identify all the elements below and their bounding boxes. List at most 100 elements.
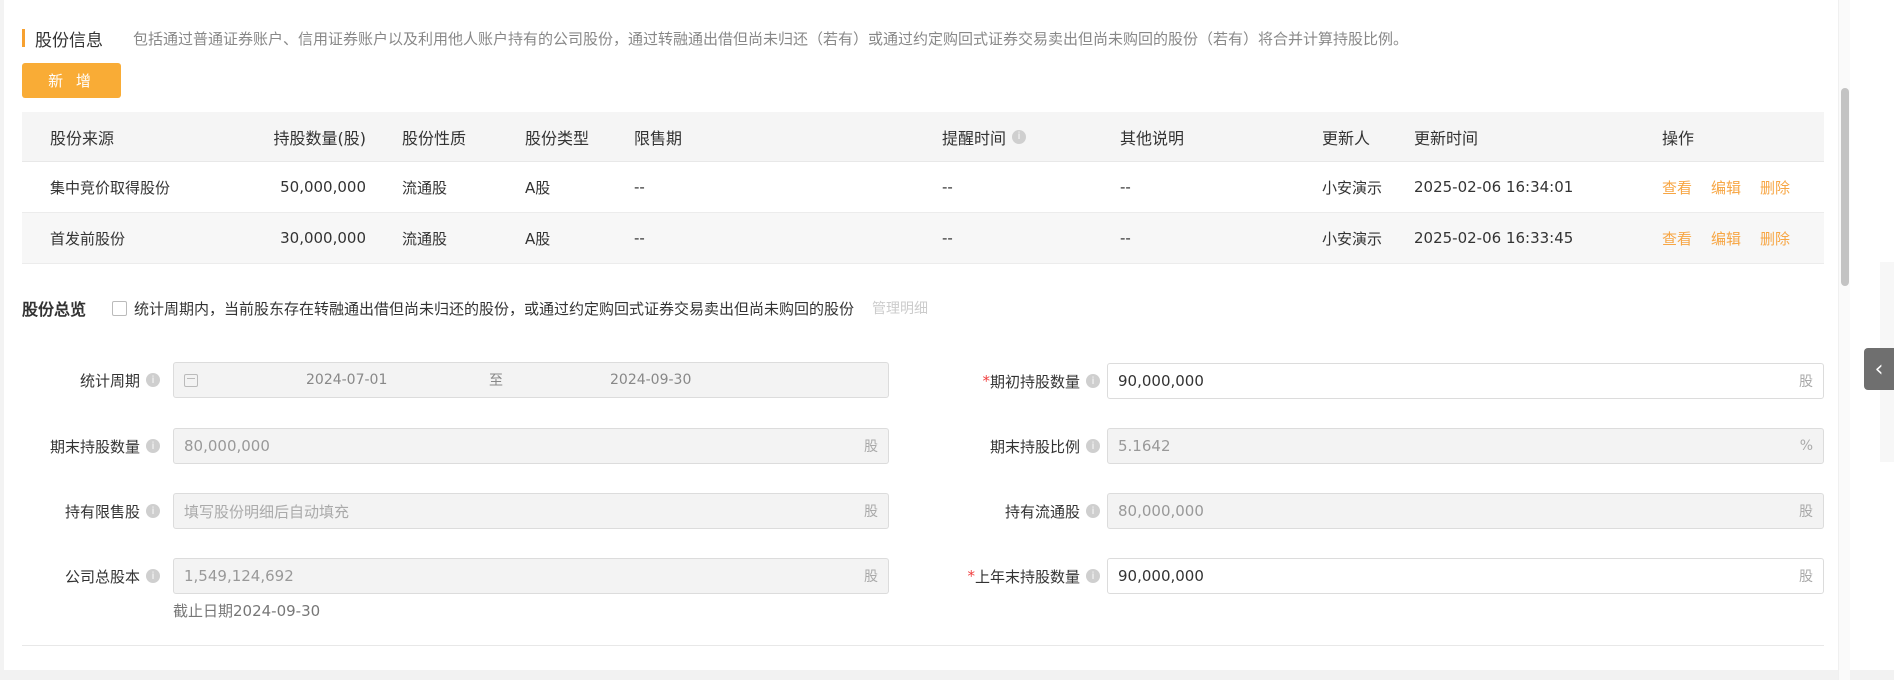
section-accent-bar xyxy=(22,29,25,47)
table-row: 集中竞价取得股份 50,000,000 流通股 A股 -- -- -- 小安演示… xyxy=(22,162,1824,213)
end-ratio-label-text: 期末持股比例 xyxy=(989,437,1080,456)
col-nature: 股份性质 xyxy=(402,128,467,148)
cell-nature: 流通股 xyxy=(402,178,448,197)
edit-link[interactable]: 编辑 xyxy=(1711,177,1741,198)
cutoff-date-text: 截止日期2024-09-30 xyxy=(173,602,321,620)
col-other: 其他说明 xyxy=(1120,128,1185,148)
end-ratio-value: 5.1642 xyxy=(1118,437,1171,455)
last-year-end-label: * 上年末持股数量 i xyxy=(920,558,1100,594)
cell-source: 首发前股份 xyxy=(50,229,126,248)
view-link[interactable]: 查看 xyxy=(1662,177,1692,198)
add-button[interactable]: 新 增 xyxy=(22,63,121,98)
cell-updater: 小安演示 xyxy=(1322,229,1383,248)
overview-checkbox[interactable] xyxy=(112,300,128,316)
required-mark: * xyxy=(967,567,975,585)
section-header: 股份信息 包括通过普通证券账户、信用证券账户以及利用他人账户持有的公司股份，通过… xyxy=(22,26,1408,51)
cell-type: A股 xyxy=(525,229,551,248)
period-separator: 至 xyxy=(489,373,503,389)
delete-link[interactable]: 删除 xyxy=(1760,177,1790,198)
last-year-end-label-text: 上年末持股数量 xyxy=(974,567,1080,586)
cell-source: 集中竞价取得股份 xyxy=(50,178,171,197)
info-icon[interactable]: i xyxy=(146,373,160,387)
restricted-placeholder: 填写股份明细后自动填充 xyxy=(184,502,350,521)
unit-label: 股 xyxy=(864,439,878,455)
col-qty: 持股数量(股) xyxy=(273,128,367,148)
total-capital-value: 1,549,124,692 xyxy=(184,567,294,585)
initial-holding-input[interactable]: 90,000,000 股 xyxy=(1107,363,1824,399)
overview-checkbox-label[interactable]: 统计周期内，当前股东存在转融通出借但尚未归还的股份，或通过约定购回式证券交易卖出… xyxy=(134,298,854,319)
tradable-input[interactable]: 80,000,000 股 xyxy=(1107,493,1824,529)
restricted-input[interactable]: 填写股份明细后自动填充 股 xyxy=(173,493,889,529)
total-capital-label: 公司总股本 i xyxy=(20,558,160,594)
cell-remind: -- xyxy=(942,178,953,196)
tradable-label: 持有流通股 i xyxy=(920,493,1100,529)
unit-label: 股 xyxy=(864,504,878,520)
side-panel-toggle[interactable]: ‹ xyxy=(1864,348,1894,390)
initial-holding-label-text: 期初持股数量 xyxy=(989,372,1080,391)
unit-label: 股 xyxy=(864,569,878,585)
cell-qty: 30,000,000 xyxy=(280,229,366,247)
section-title: 股份信息 xyxy=(35,30,103,51)
last-year-end-value: 90,000,000 xyxy=(1118,567,1204,585)
end-holding-input[interactable]: 80,000,000 股 xyxy=(173,428,889,464)
cell-time: 2025-02-06 16:34:01 xyxy=(1414,178,1574,196)
info-icon[interactable]: i xyxy=(1012,129,1027,144)
end-ratio-input[interactable]: 5.1642 % xyxy=(1107,428,1824,464)
page: 股份信息 包括通过普通证券账户、信用证券账户以及利用他人账户持有的公司股份，通过… xyxy=(0,0,1894,680)
overview-title: 股份总览 xyxy=(22,300,87,319)
cell-qty: 50,000,000 xyxy=(280,178,366,196)
col-type: 股份类型 xyxy=(525,128,590,148)
restricted-label: 持有限售股 i xyxy=(20,493,160,529)
end-holding-label-text: 期末持股数量 xyxy=(49,437,140,456)
col-time: 更新时间 xyxy=(1414,128,1479,148)
required-mark: * xyxy=(982,372,990,390)
last-year-end-input[interactable]: 90,000,000 股 xyxy=(1107,558,1824,594)
info-icon[interactable]: i xyxy=(146,439,160,453)
info-icon[interactable]: i xyxy=(1086,374,1100,388)
cell-type: A股 xyxy=(525,178,551,197)
shares-table: 股份来源 持股数量(股) 股份性质 股份类型 限售期 提醒时间 i 其他说明 更新… xyxy=(22,112,1824,264)
restricted-label-text: 持有限售股 xyxy=(64,502,140,521)
manage-detail-link[interactable]: 管理明细 xyxy=(872,298,928,318)
end-holding-value: 80,000,000 xyxy=(184,437,270,455)
col-source: 股份来源 xyxy=(50,128,115,148)
end-ratio-label: 期末持股比例 i xyxy=(920,428,1100,464)
cell-nature: 流通股 xyxy=(402,229,448,248)
info-icon[interactable]: i xyxy=(1086,439,1100,453)
cell-remind: -- xyxy=(942,229,953,247)
period-end: 2024-09-30 xyxy=(610,372,692,388)
calendar-icon xyxy=(184,373,198,387)
unit-label: 股 xyxy=(1799,374,1813,390)
tradable-label-text: 持有流通股 xyxy=(1004,502,1080,521)
info-icon[interactable]: i xyxy=(1086,569,1100,583)
unit-label: % xyxy=(1799,438,1813,454)
cell-other: -- xyxy=(1120,229,1131,247)
scrollbar-thumb[interactable] xyxy=(1841,88,1849,286)
period-label-text: 统计周期 xyxy=(79,371,140,390)
edit-link[interactable]: 编辑 xyxy=(1711,228,1741,249)
period-start: 2024-07-01 xyxy=(306,372,388,388)
end-holding-label: 期末持股数量 i xyxy=(20,428,160,464)
info-icon[interactable]: i xyxy=(1086,504,1100,518)
view-link[interactable]: 查看 xyxy=(1662,228,1692,249)
delete-link[interactable]: 删除 xyxy=(1760,228,1790,249)
table-row: 首发前股份 30,000,000 流通股 A股 -- -- -- 小安演示 20… xyxy=(22,213,1824,264)
unit-label: 股 xyxy=(1799,504,1813,520)
total-capital-input[interactable]: 1,549,124,692 股 xyxy=(173,558,889,594)
cell-lockup: -- xyxy=(634,178,645,196)
initial-holding-value: 90,000,000 xyxy=(1118,372,1204,390)
overview-header: 股份总览 统计周期内，当前股东存在转融通出借但尚未归还的股份，或通过约定购回式证… xyxy=(22,296,928,320)
cell-other: -- xyxy=(1120,178,1131,196)
bottom-shade xyxy=(0,670,1894,680)
cell-ops: 查看 编辑 删除 xyxy=(1662,213,1809,263)
period-label: 统计周期 i xyxy=(20,362,160,398)
table-header: 股份来源 持股数量(股) 股份性质 股份类型 限售期 提醒时间 i 其他说明 更新… xyxy=(22,112,1824,162)
info-icon[interactable]: i xyxy=(146,569,160,583)
col-updater: 更新人 xyxy=(1322,128,1371,148)
period-range-picker[interactable]: 2024-07-01 至 2024-09-30 xyxy=(173,362,889,398)
tradable-value: 80,000,000 xyxy=(1118,502,1204,520)
info-icon[interactable]: i xyxy=(146,504,160,518)
left-edge xyxy=(0,0,4,680)
cell-lockup: -- xyxy=(634,229,645,247)
divider xyxy=(22,645,1824,646)
